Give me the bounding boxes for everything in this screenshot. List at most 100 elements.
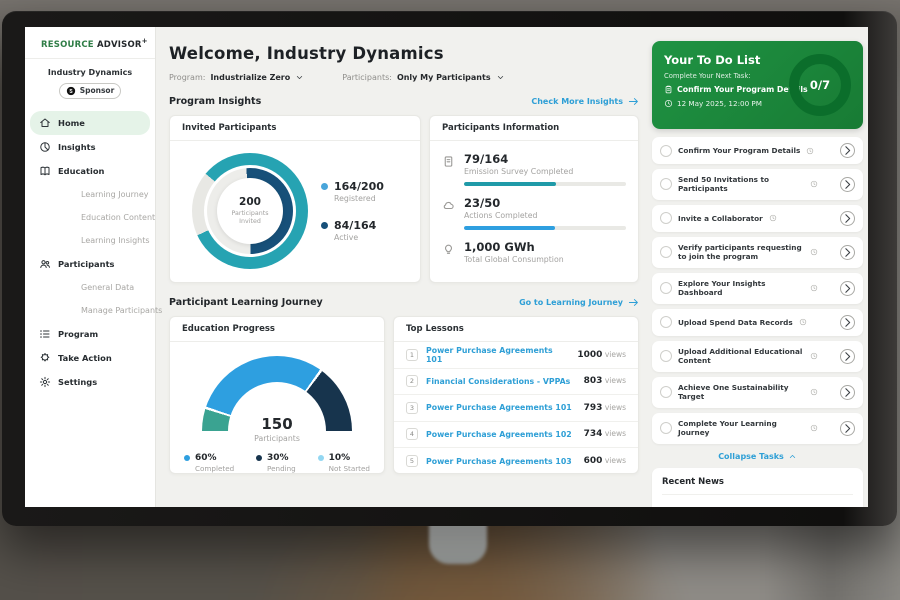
sidebar-item-general-data[interactable]: General Data (30, 276, 150, 299)
chevron-right-button[interactable] (840, 211, 855, 226)
lesson-views: 793 views (584, 403, 626, 413)
photo-scene: RESOURCE ADVISOR+ Industry Dynamics Spon… (0, 0, 900, 600)
program-filter-label: Program: (169, 73, 205, 82)
todo-item-complete-your-learning-journey[interactable]: Complete Your Learning Journey (652, 413, 863, 444)
sidebar-item-manage-participants[interactable]: Manage Participants (30, 299, 150, 322)
clock-icon (799, 318, 807, 326)
todo-item-send-50-invitations-to-participants[interactable]: Send 50 Invitations to Participants (652, 169, 863, 200)
todo-item-invite-a-collaborator[interactable]: Invite a Collaborator (652, 205, 863, 232)
legend-dot (318, 455, 324, 461)
chevron-right-button[interactable] (840, 245, 855, 260)
program-icon (39, 328, 51, 340)
todo-item-confirm-your-program-details[interactable]: Confirm Your Program Details (652, 137, 863, 164)
insights-icon (39, 141, 51, 153)
checkbox-circle[interactable] (660, 212, 672, 224)
checkbox-circle[interactable] (660, 386, 672, 398)
lesson-title-link[interactable]: Power Purchase Agreements 101 (426, 346, 569, 364)
lesson-title-link[interactable]: Power Purchase Agreements 102 (426, 430, 572, 439)
stat-row-total-global-consumption: 1,000 GWh Total Global Consumption (442, 233, 626, 267)
lesson-views: 803 views (584, 376, 626, 386)
bulb-icon (442, 243, 455, 256)
program-filter-value: Industrialize Zero (210, 73, 290, 82)
stat-row-emission-survey-completed: 79/164 Emission Survey Completed (442, 145, 626, 189)
org-name: Industry Dynamics (25, 68, 155, 77)
sidebar-item-education[interactable]: Education (30, 159, 150, 183)
chevron-right-button[interactable] (840, 143, 855, 158)
chevron-right-button[interactable] (840, 177, 855, 192)
checkbox-circle[interactable] (660, 178, 672, 190)
participants-information-card: Participants Information 79/164 Emission… (429, 115, 639, 283)
chevron-down-icon (295, 73, 304, 82)
todo-item-upload-additional-educational-content[interactable]: Upload Additional Educational Content (652, 341, 863, 372)
lesson-views: 734 views (584, 429, 626, 439)
lesson-row-financial-considerations-vppas[interactable]: 2 Financial Considerations - VPPAs 803 v… (394, 369, 638, 396)
todo-summary-card: Your To Do List Complete Your Next Task:… (652, 41, 863, 129)
check-more-insights-link[interactable]: Check More Insights (531, 96, 639, 107)
todo-item-explore-your-insights-dashboard[interactable]: Explore Your Insights Dashboard (652, 273, 863, 304)
lesson-row-power-purchase-agreements-103[interactable]: 5 Power Purchase Agreements 103 600 view… (394, 448, 638, 474)
clock-icon (664, 99, 673, 108)
checkbox-circle[interactable] (660, 422, 672, 434)
lesson-title-link[interactable]: Power Purchase Agreements 103 (426, 457, 572, 466)
recent-news-title: Recent News (662, 477, 853, 495)
todo-item-verify-participants-requesting-to-join-the-program[interactable]: Verify participants requesting to join t… (652, 237, 863, 268)
clock-icon (810, 284, 818, 292)
sidebar-item-home[interactable]: Home (30, 111, 150, 135)
stat-row-actions-completed: 23/50 Actions Completed (442, 189, 626, 233)
clipboard-icon (664, 85, 673, 94)
collapse-tasks-label: Collapse Tasks (718, 452, 784, 461)
clock-icon (806, 147, 814, 155)
legend-dot (184, 455, 190, 461)
sidebar-item-education-content[interactable]: Education Content (30, 206, 150, 229)
donut-legend: 164/200 Registered 84/164 Active (321, 180, 384, 242)
checkbox-circle[interactable] (660, 316, 672, 328)
arrow-right-icon (628, 297, 639, 308)
chevron-right-button[interactable] (840, 421, 855, 436)
chevron-right-button[interactable] (840, 349, 855, 364)
go-to-learning-journey-link[interactable]: Go to Learning Journey (519, 297, 639, 308)
lesson-row-power-purchase-agreements-102[interactable]: 4 Power Purchase Agreements 102 734 view… (394, 422, 638, 449)
lesson-row-power-purchase-agreements-101[interactable]: 1 Power Purchase Agreements 101 1000 vie… (394, 342, 638, 369)
sidebar-item-learning-journey[interactable]: Learning Journey (30, 183, 150, 206)
sidebar-item-take-action[interactable]: Take Action (30, 346, 150, 370)
sidebar-item-settings[interactable]: Settings (30, 370, 150, 394)
chevron-right-button[interactable] (840, 385, 855, 400)
collapse-tasks-link[interactable]: Collapse Tasks (652, 452, 863, 461)
todo-item-upload-spend-data-records[interactable]: Upload Spend Data Records (652, 309, 863, 336)
donut-legend-item-active: 84/164 Active (321, 219, 384, 242)
chevron-right-button[interactable] (840, 281, 855, 296)
checkbox-circle[interactable] (660, 282, 672, 294)
gauge-legend-item-pending: 30% Pending (256, 453, 296, 473)
todo-panel: Your To Do List Complete Your Next Task:… (652, 27, 863, 507)
lesson-title-link[interactable]: Financial Considerations - VPPAs (426, 377, 570, 386)
sidebar-nav: Home Insights Education Learning Journey… (25, 109, 155, 396)
sidebar-item-program[interactable]: Program (30, 322, 150, 346)
sidebar-item-learning-insights[interactable]: Learning Insights (30, 229, 150, 252)
check-more-insights-label: Check More Insights (531, 97, 623, 106)
todo-item-achieve-one-sustainability-target[interactable]: Achieve One Sustainability Target (652, 377, 863, 408)
clock-icon (810, 248, 818, 256)
checkbox-circle[interactable] (660, 145, 672, 157)
education-progress-card: Education Progress 150 Participants 60% … (169, 316, 385, 474)
program-filter[interactable]: Program: Industrialize Zero (169, 73, 304, 82)
recent-news-card: Recent News (652, 468, 863, 507)
sidebar-item-insights[interactable]: Insights (30, 135, 150, 159)
lesson-title-link[interactable]: Power Purchase Agreements 101 (426, 403, 572, 412)
chevron-up-icon (788, 452, 797, 461)
chevron-right-button[interactable] (840, 315, 855, 330)
section-title-program-insights: Program Insights (169, 96, 261, 107)
checkbox-circle[interactable] (660, 350, 672, 362)
participants-filter-value: Only My Participants (397, 73, 491, 82)
gauge-legend: 60% Completed 30% Pending 10% Not Starte… (170, 453, 384, 473)
education-icon (39, 165, 51, 177)
checkbox-circle[interactable] (660, 246, 672, 258)
main-content: Welcome, Industry Dynamics Program: Indu… (156, 27, 652, 507)
lesson-rank: 3 (406, 402, 418, 414)
lesson-row-power-purchase-agreements-101[interactable]: 3 Power Purchase Agreements 101 793 view… (394, 395, 638, 422)
clock-icon (810, 388, 818, 396)
sponsor-icon (66, 86, 76, 96)
education-progress-gauge: 150 Participants (202, 356, 352, 431)
dashboard-screen: RESOURCE ADVISOR+ Industry Dynamics Spon… (25, 27, 868, 507)
sidebar-item-participants[interactable]: Participants (30, 252, 150, 276)
participants-filter[interactable]: Participants: Only My Participants (342, 73, 504, 82)
